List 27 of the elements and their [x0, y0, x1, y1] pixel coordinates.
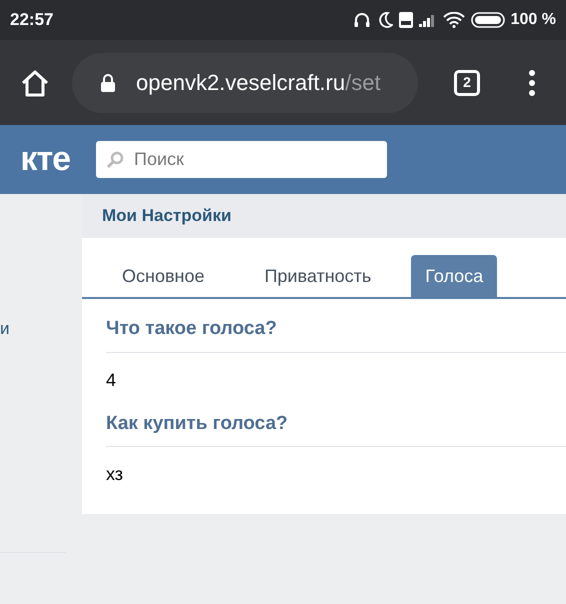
network-badge-icon: [398, 12, 413, 28]
headphones-icon: [352, 11, 371, 29]
section-text: 4: [106, 370, 116, 390]
status-time: 22:57: [10, 9, 54, 32]
url-path: /set: [345, 70, 381, 95]
section-heading: Что такое голоса?: [106, 315, 566, 352]
sidebar-item[interactable]: и: [0, 316, 82, 342]
menu-icon[interactable]: [528, 70, 536, 96]
moon-icon: [376, 11, 393, 29]
tab[interactable]: Приватность: [244, 255, 392, 297]
search-icon: [106, 151, 124, 169]
battery-percent: 100 %: [510, 10, 556, 30]
signal-icon: [418, 13, 437, 27]
home-icon[interactable]: [20, 68, 50, 96]
tab[interactable]: Голоса: [411, 255, 498, 297]
battery-icon: [470, 12, 505, 28]
tab-count-button[interactable]: 2: [454, 70, 480, 96]
section-text: хз: [106, 464, 124, 484]
tab[interactable]: Основное: [102, 255, 224, 297]
address-bar[interactable]: openvk2.veselcraft.ru/set: [72, 52, 418, 112]
wifi-icon: [442, 12, 465, 28]
section-heading: Как купить голоса?: [106, 410, 566, 447]
site-logo[interactable]: кте: [0, 134, 82, 185]
page-title: Мои Настройки: [102, 205, 232, 228]
search-field[interactable]: Поиск: [96, 141, 387, 178]
lock-icon: [100, 72, 116, 92]
url-host: openvk2.veselcraft.ru: [136, 70, 346, 95]
